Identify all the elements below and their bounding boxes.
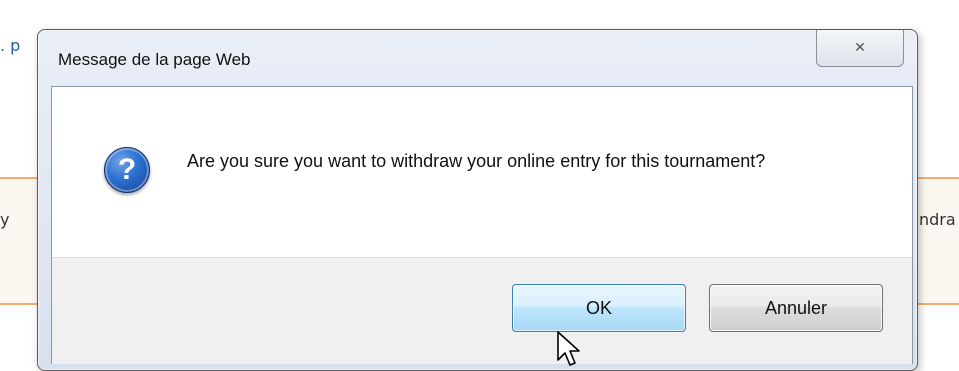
bg-band-fragment-left: y [0,210,10,229]
mouse-cursor-icon [557,331,580,366]
button-area: OK Annuler [52,257,912,364]
cancel-button[interactable]: Annuler [709,284,883,332]
bg-band-fragment-right: ndra [919,210,956,229]
dialog-title: Message de la page Web [58,50,251,69]
dialog-client-area: ? Are you sure you want to withdraw your… [51,86,913,364]
dialog-message: Are you sure you want to withdraw your o… [187,151,766,171]
close-x-icon: ✕ [854,40,866,56]
message-dialog: Message de la page Web ✕ ? Are you sure … [37,29,918,371]
question-glyph: ? [117,153,137,186]
message-area: ? Are you sure you want to withdraw your… [52,87,912,257]
question-icon: ? [104,147,150,193]
ok-button[interactable]: OK [512,284,686,332]
bg-nav-fragment: . p [0,36,21,55]
close-button[interactable]: ✕ [816,30,904,67]
